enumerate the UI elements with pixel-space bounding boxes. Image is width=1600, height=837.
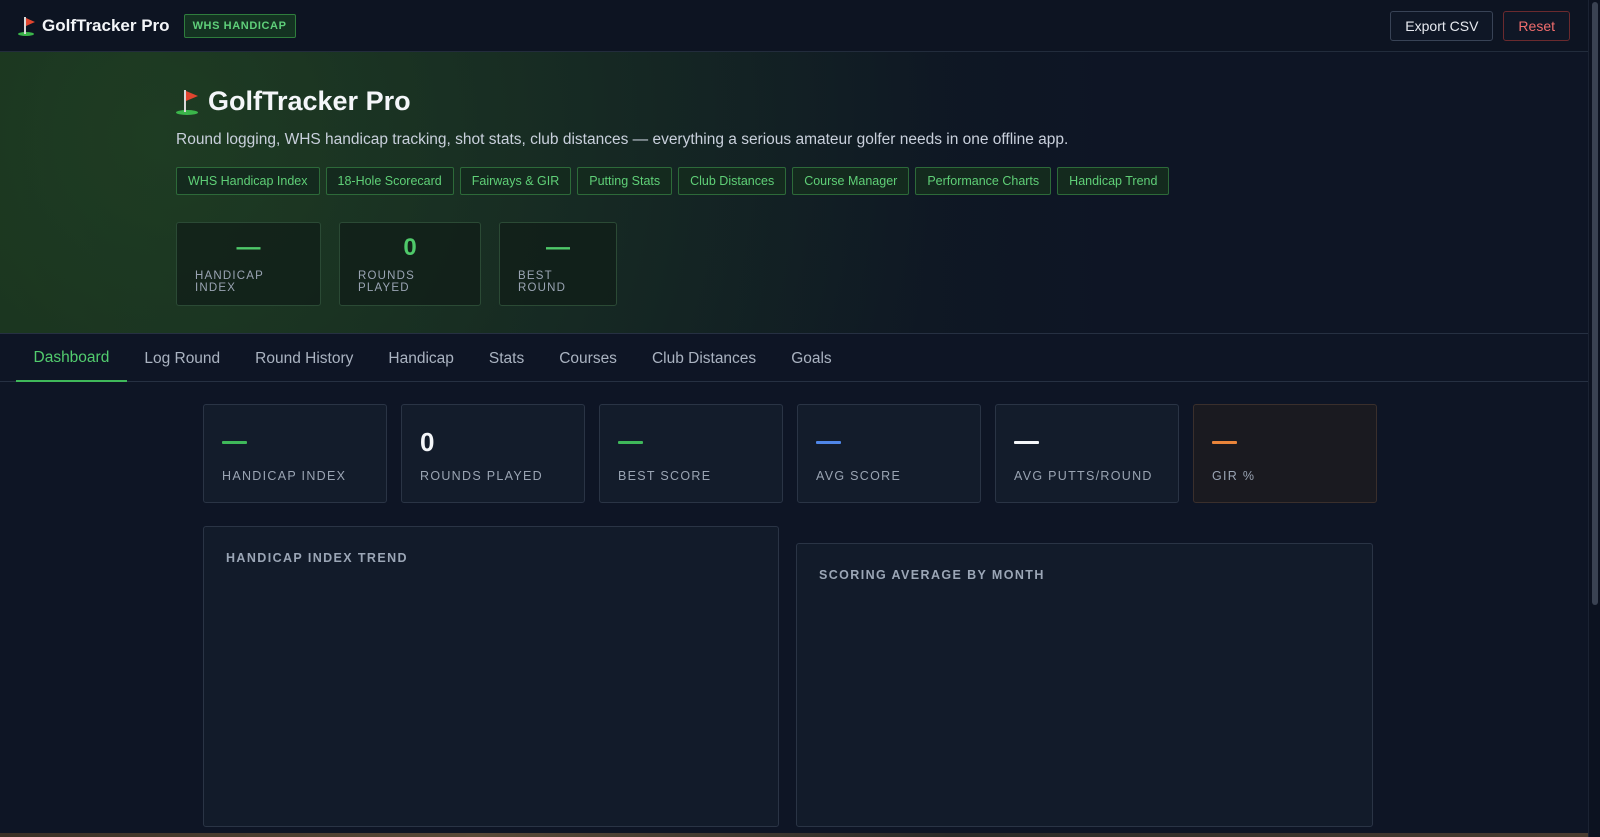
card-label: HANDICAP INDEX <box>222 469 347 483</box>
card-avg-putts: AVG PUTTS/ROUND <box>995 404 1179 503</box>
stat-label: HANDICAP INDEX <box>195 270 264 294</box>
empty-value-dash <box>618 440 643 444</box>
hero-stats: — HANDICAP INDEX 0 ROUNDS PLAYED — BEST … <box>176 222 617 306</box>
card-avg-score: AVG SCORE <box>797 404 981 503</box>
card-value <box>1014 427 1160 457</box>
scoring-average-panel: SCORING AVERAGE BY MONTH <box>796 543 1373 827</box>
empty-value-dash <box>816 440 841 444</box>
card-label: AVG SCORE <box>816 469 902 483</box>
golf-flag-icon <box>176 89 200 115</box>
hero-section: GolfTracker Pro Round logging, WHS handi… <box>0 52 1588 334</box>
tab-stats[interactable]: Stats <box>471 335 541 382</box>
page-scrollbar[interactable] <box>1588 0 1600 837</box>
empty-value-dash <box>222 440 247 444</box>
card-value <box>816 427 962 457</box>
feature-chip: Handicap Trend <box>1057 167 1170 195</box>
main-tabs: Dashboard Log Round Round History Handic… <box>0 335 1588 382</box>
hero-stat-best-round: — BEST ROUND <box>499 222 617 306</box>
scrollbar-thumb[interactable] <box>1592 2 1598 605</box>
card-handicap-index: HANDICAP INDEX <box>203 404 387 503</box>
stat-label: BEST ROUND <box>518 270 567 294</box>
handicap-trend-panel: HANDICAP INDEX TREND <box>203 526 779 827</box>
card-value <box>222 427 368 457</box>
feature-chip: Putting Stats <box>577 167 673 195</box>
empty-value-dash <box>1212 440 1237 444</box>
app-root: GolfTracker Pro WHS HANDICAP Export CSV … <box>0 0 1600 837</box>
stat-value: — <box>236 234 261 261</box>
card-value <box>1212 427 1358 457</box>
feature-chip: Fairways & GIR <box>459 167 572 195</box>
card-gir-percent: GIR % <box>1193 404 1377 503</box>
hero-stat-handicap-index: — HANDICAP INDEX <box>176 222 321 306</box>
card-rounds-played: 0 ROUNDS PLAYED <box>401 404 585 503</box>
feature-chip: Course Manager <box>792 167 910 195</box>
stat-value: 0 <box>403 234 417 261</box>
tab-courses[interactable]: Courses <box>542 335 635 382</box>
empty-value-dash <box>1014 440 1039 444</box>
hero-stat-rounds-played: 0 ROUNDS PLAYED <box>339 222 481 306</box>
card-label: AVG PUTTS/ROUND <box>1014 469 1153 483</box>
page-title-text: GolfTracker Pro <box>208 86 411 116</box>
feature-chip: WHS Handicap Index <box>176 167 320 195</box>
card-label: BEST SCORE <box>618 469 712 483</box>
tab-dashboard[interactable]: Dashboard <box>16 335 127 382</box>
tab-round-history[interactable]: Round History <box>238 335 371 382</box>
stat-label: ROUNDS PLAYED <box>358 270 416 294</box>
card-label: ROUNDS PLAYED <box>420 469 543 483</box>
card-label: GIR % <box>1212 469 1256 483</box>
feature-chip: 18-Hole Scorecard <box>325 167 454 195</box>
export-csv-button[interactable]: Export CSV <box>1390 10 1494 41</box>
reset-button[interactable]: Reset <box>1503 10 1570 41</box>
top-bar: GolfTracker Pro WHS HANDICAP Export CSV … <box>0 0 1588 52</box>
brand-name: GolfTracker Pro <box>42 15 170 35</box>
whs-badge: WHS HANDICAP <box>183 13 296 38</box>
tab-log-round[interactable]: Log Round <box>127 335 238 382</box>
feature-chips: WHS Handicap Index 18-Hole Scorecard Fai… <box>176 167 1170 195</box>
tab-goals[interactable]: Goals <box>774 335 850 382</box>
background-image-strip <box>0 833 1588 837</box>
card-value <box>618 427 764 457</box>
page-title: GolfTracker Pro <box>176 86 411 117</box>
feature-chip: Performance Charts <box>915 167 1052 195</box>
card-value: 0 <box>420 426 435 457</box>
tab-handicap[interactable]: Handicap <box>371 335 472 382</box>
stat-value: — <box>546 234 570 261</box>
feature-chip: Club Distances <box>678 167 787 195</box>
panel-title: HANDICAP INDEX TREND <box>226 551 408 565</box>
golf-flag-icon <box>18 16 36 36</box>
dashboard-stat-cards: HANDICAP INDEX 0 ROUNDS PLAYED BEST SCOR… <box>203 404 1377 503</box>
top-actions: Export CSV Reset <box>1390 10 1570 41</box>
card-best-score: BEST SCORE <box>599 404 783 503</box>
panel-title: SCORING AVERAGE BY MONTH <box>819 568 1045 582</box>
tab-club-distances[interactable]: Club Distances <box>634 335 773 382</box>
page-subtitle: Round logging, WHS handicap tracking, sh… <box>176 131 1069 148</box>
brand[interactable]: GolfTracker Pro <box>18 16 170 36</box>
